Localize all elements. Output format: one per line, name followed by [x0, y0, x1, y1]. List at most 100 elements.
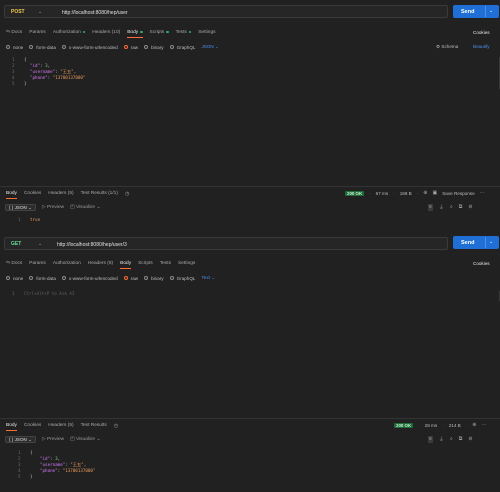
- radio-graphql[interactable]: GraphQL: [169, 45, 196, 50]
- chevron-down-icon[interactable]: ⌄: [489, 239, 493, 245]
- radio-binary[interactable]: binary: [144, 276, 164, 281]
- request-url-bar[interactable]: POST ⌄ http://localhost:8080/hep/user: [4, 5, 448, 18]
- schema-button[interactable]: ⚙ Schema: [436, 44, 458, 50]
- send-label: Send: [461, 239, 475, 246]
- tab-response-headers[interactable]: Headers (5): [48, 191, 73, 196]
- chevron-down-icon: ⌄: [211, 275, 216, 280]
- pane-divider-2[interactable]: [0, 418, 500, 419]
- request-body-editor[interactable]: 1 2 3 4 5 { "id": 3, "username": "王五", "…: [0, 57, 500, 89]
- link-icon[interactable]: ⊘: [468, 436, 472, 443]
- more-icon[interactable]: ⋯: [480, 190, 485, 196]
- tab-response-body[interactable]: Body: [6, 191, 17, 199]
- radio-raw[interactable]: raw: [123, 276, 138, 281]
- send-button-2[interactable]: Send ⌄: [453, 236, 499, 249]
- chevron-down-icon[interactable]: ⌄: [38, 9, 42, 15]
- cookies-link[interactable]: Cookies: [473, 30, 490, 35]
- beautify-link[interactable]: Beautify: [473, 44, 490, 49]
- response-actions: ≡ ⏚ ⌕ ⧉ ⊘: [428, 204, 473, 211]
- chevron-down-icon: ⌄: [28, 204, 33, 210]
- tab-response-cookies[interactable]: Cookies: [24, 191, 41, 196]
- tab-authorization[interactable]: Authorization: [53, 261, 81, 266]
- request-url-bar-2[interactable]: GET ⌄ http://localhost:8080/hep/user/3: [4, 237, 448, 250]
- history-icon[interactable]: ◷: [125, 191, 129, 197]
- radio-urlencoded[interactable]: x-www-form-urlencoded: [61, 276, 118, 281]
- chevron-down-icon[interactable]: ⌄: [38, 241, 42, 247]
- tab-response-headers[interactable]: Headers (5): [48, 423, 73, 428]
- link-icon[interactable]: ⊘: [468, 204, 472, 211]
- search-icon[interactable]: ⌕: [450, 204, 453, 211]
- method-select-2[interactable]: GET: [5, 238, 21, 249]
- method-select[interactable]: POST: [5, 6, 25, 17]
- save-response-button[interactable]: Save Response: [442, 191, 474, 196]
- tab-params[interactable]: Params: [29, 261, 46, 266]
- radio-none[interactable]: none: [6, 276, 23, 281]
- tab-tests[interactable]: Tests: [176, 30, 192, 35]
- body-mode-options-2: none form-data x-www-form-urlencoded raw…: [6, 275, 215, 281]
- request-tabs-2: ⇆ Docs Params Authorization Headers (8) …: [6, 259, 195, 269]
- response-tabs: Body Cookies Headers (5) Test Results (1…: [6, 189, 129, 199]
- tab-scripts[interactable]: Scripts: [150, 30, 169, 35]
- pane-divider[interactable]: [0, 186, 500, 187]
- more-icon[interactable]: ⋯: [481, 422, 486, 428]
- tab-docs[interactable]: ⇆ Docs: [6, 261, 22, 266]
- format-select-2[interactable]: Text ⌄: [202, 275, 216, 281]
- method-label: GET: [11, 240, 22, 247]
- response-time: 67 ms: [375, 190, 389, 196]
- format-select[interactable]: JSON ⌄: [202, 44, 219, 50]
- filter-icon[interactable]: ⏚: [439, 436, 444, 443]
- tab-body[interactable]: Body: [127, 30, 143, 38]
- wrap-icon[interactable]: ≡: [428, 204, 433, 211]
- tab-response-cookies[interactable]: Cookies: [24, 423, 41, 428]
- response-format-select[interactable]: { } JSON ⌄: [5, 436, 37, 443]
- preview-button[interactable]: ▷ Preview: [42, 205, 64, 210]
- url-input[interactable]: http://localhost:8080/hep/user: [62, 10, 128, 16]
- copy-icon[interactable]: ⧉: [459, 436, 463, 443]
- chevron-down-icon: ⌄: [96, 205, 101, 210]
- cookies-link-2[interactable]: Cookies: [473, 261, 490, 266]
- response-actions-2: ≡ ⏚ ⌕ ⧉ ⊘: [428, 436, 473, 443]
- radio-urlencoded[interactable]: x-www-form-urlencoded: [61, 45, 118, 50]
- tab-authorization[interactable]: Authorization: [53, 30, 86, 35]
- preview-button[interactable]: ▷ Preview: [42, 437, 64, 442]
- response-toolbar-2: { } JSON ⌄ ▷ Preview ◰ Visualize ⌄: [5, 436, 100, 443]
- visualize-button[interactable]: ◰ Visualize ⌄: [70, 205, 100, 210]
- request-tabs: ⇆ Docs Params Authorization Headers (10)…: [6, 28, 216, 38]
- tab-settings[interactable]: Settings: [178, 261, 195, 266]
- tab-docs[interactable]: ⇆ Docs: [6, 30, 22, 35]
- visualize-button[interactable]: ◰ Visualize ⌄: [70, 437, 100, 442]
- response-toolbar: { } JSON ⌄ ▷ Preview ◰ Visualize ⌄: [5, 204, 100, 211]
- send-divider: [485, 237, 486, 248]
- radio-graphql[interactable]: GraphQL: [169, 276, 196, 281]
- editor-placeholder: Ctrl+Alt+P to Ask AI: [24, 291, 75, 296]
- tab-scripts[interactable]: Scripts: [138, 261, 153, 266]
- url-input-2[interactable]: http://localhost:8080/hep/user/3: [57, 242, 127, 248]
- tab-test-results[interactable]: Test Results (1/1): [81, 191, 118, 196]
- filter-icon[interactable]: ⏚: [439, 204, 444, 211]
- chevron-down-icon[interactable]: ⌄: [489, 8, 493, 14]
- response-meta-2: 200 OK · 28 ms · 214 B · ⊕ ⋯: [394, 422, 487, 428]
- radio-binary[interactable]: binary: [144, 45, 164, 50]
- tab-settings[interactable]: Settings: [198, 30, 215, 35]
- history-icon[interactable]: ◷: [114, 423, 118, 429]
- wrap-icon[interactable]: ≡: [428, 436, 433, 443]
- globe-icon[interactable]: ⊕: [423, 190, 427, 196]
- response-format-select[interactable]: { } JSON ⌄: [5, 204, 37, 211]
- tab-response-body[interactable]: Body: [6, 423, 17, 431]
- tab-headers[interactable]: Headers (10): [92, 30, 120, 35]
- tab-headers[interactable]: Headers (8): [88, 261, 113, 266]
- send-button[interactable]: Send ⌄: [453, 5, 499, 18]
- copy-icon[interactable]: ⧉: [459, 204, 463, 211]
- tab-body[interactable]: Body: [120, 261, 131, 269]
- tab-tests[interactable]: Tests: [160, 261, 171, 266]
- request-body-editor-2[interactable]: 1 Ctrl+Alt+P to Ask AI: [0, 291, 500, 299]
- radio-none[interactable]: none: [6, 45, 23, 50]
- response-size: 214 B: [448, 422, 461, 428]
- save-icon[interactable]: ▣: [432, 190, 437, 196]
- tab-test-results[interactable]: Test Results: [81, 423, 107, 428]
- radio-form-data[interactable]: form-data: [29, 45, 56, 50]
- globe-icon[interactable]: ⊕: [472, 422, 476, 428]
- search-icon[interactable]: ⌕: [450, 436, 453, 443]
- tab-params[interactable]: Params: [29, 30, 46, 35]
- radio-form-data[interactable]: form-data: [29, 276, 56, 281]
- radio-raw[interactable]: raw: [123, 45, 138, 50]
